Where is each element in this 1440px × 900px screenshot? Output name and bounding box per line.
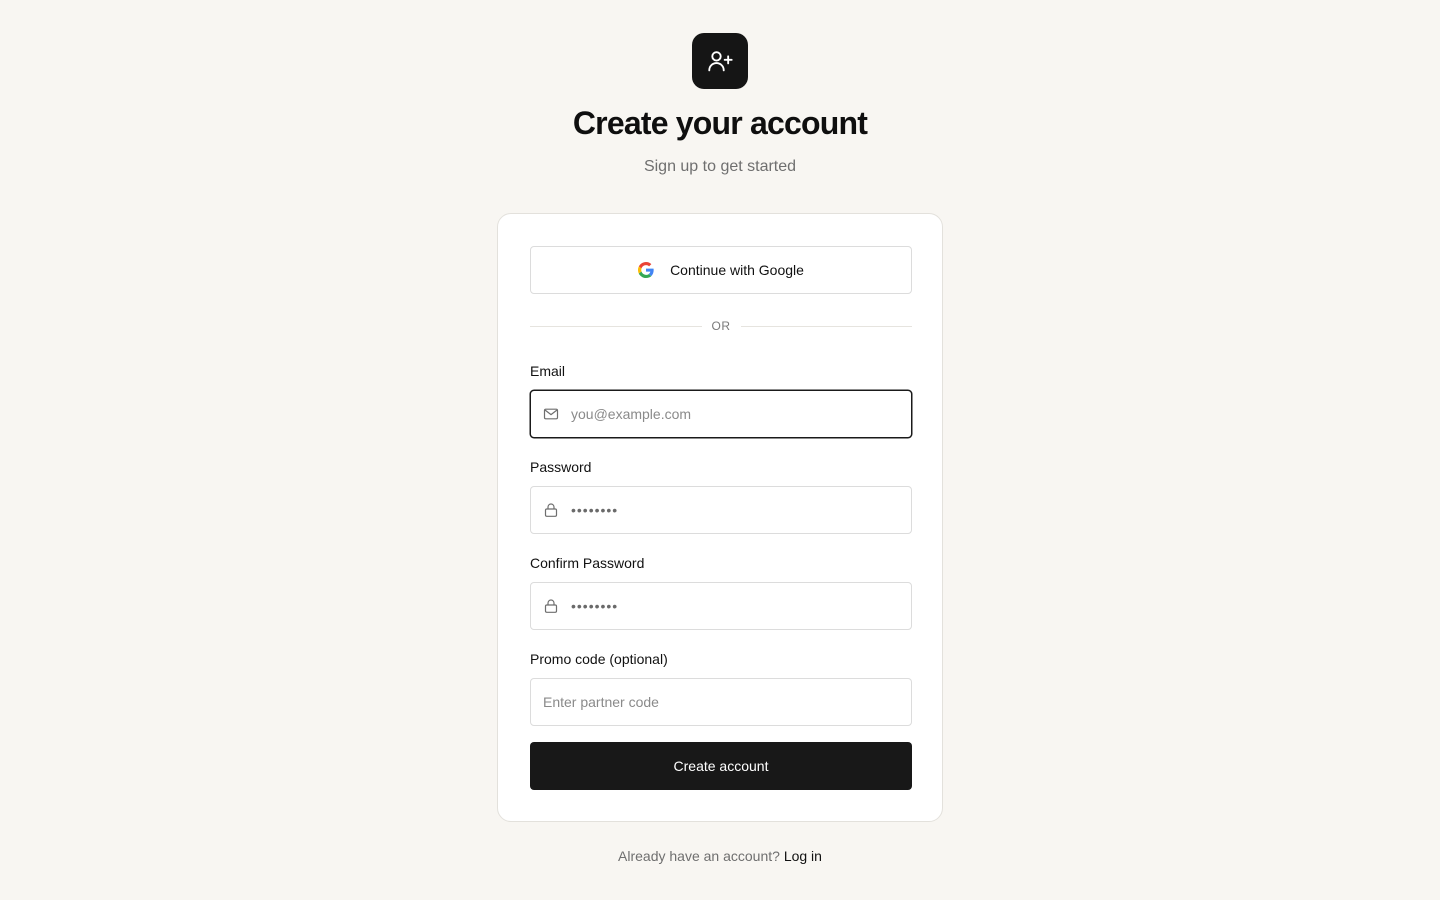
confirm-password-field[interactable]: •••••••• (530, 582, 912, 630)
continue-with-google-button[interactable]: Continue with Google (530, 246, 912, 294)
divider-or-text: OR (711, 319, 731, 333)
google-icon (638, 262, 654, 278)
email-input[interactable] (571, 391, 899, 437)
lock-icon (543, 502, 559, 518)
google-button-label: Continue with Google (670, 262, 804, 278)
promo-code-input[interactable] (543, 679, 899, 725)
login-prompt: Already have an account? Log in (0, 847, 1440, 865)
promo-code-field[interactable] (530, 678, 912, 726)
password-value[interactable]: •••••••• (571, 502, 911, 518)
app-logo (692, 33, 748, 89)
page-subtitle: Sign up to get started (643, 158, 797, 175)
login-prompt-text: Already have an account? (618, 848, 780, 864)
password-field[interactable]: •••••••• (530, 486, 912, 534)
create-account-button-label: Create account (673, 758, 769, 774)
confirm-password-value[interactable]: •••••••• (571, 598, 911, 614)
user-plus-icon (708, 51, 733, 72)
divider-line-left (530, 325, 702, 327)
page-header: Create your account Sign up to get start… (0, 33, 1440, 177)
signup-card: Continue with Google OR Email Password •… (497, 213, 943, 822)
mail-icon (543, 406, 559, 422)
login-link[interactable]: Log in (784, 848, 822, 864)
password-label: Password (530, 459, 592, 475)
create-account-button[interactable]: Create account (530, 742, 912, 790)
divider-line-right (740, 325, 912, 327)
confirm-password-label: Confirm Password (530, 555, 645, 571)
promo-code-label: Promo code (optional) (530, 651, 668, 667)
page-title: Create your account (572, 105, 868, 141)
email-field[interactable] (530, 390, 912, 438)
or-divider: OR (530, 318, 912, 334)
lock-icon (543, 598, 559, 614)
email-label: Email (530, 363, 566, 379)
